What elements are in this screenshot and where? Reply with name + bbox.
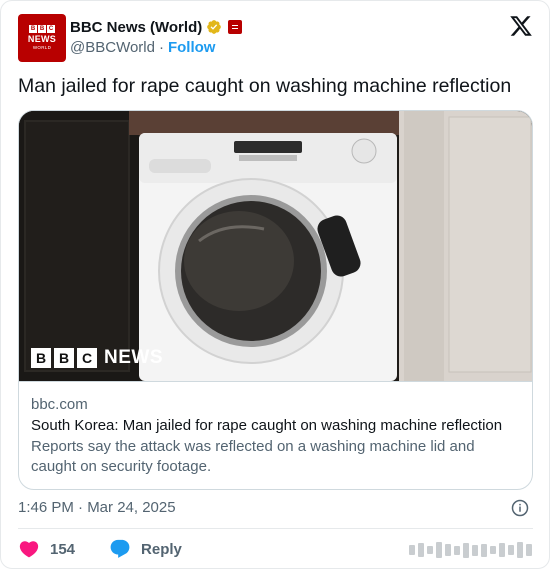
- handle-separator: ·: [158, 38, 164, 56]
- divider: [18, 528, 533, 529]
- card-info[interactable]: bbc.com South Korea: Man jailed for rape…: [19, 381, 532, 489]
- follow-button[interactable]: Follow: [168, 39, 216, 56]
- avatar-world-text: WORLD: [32, 45, 52, 51]
- author-display-name[interactable]: BBC News (World): [70, 19, 202, 36]
- author-names: BBC News (World) @BBCWorld · Follow: [70, 17, 243, 57]
- logo-news-word: NEWS: [104, 347, 163, 368]
- avatar-letter: B: [29, 25, 37, 34]
- tweet-text: Man jailed for rape caught on washing ma…: [18, 75, 512, 97]
- link-preview-card[interactable]: B B C NEWS bbc.com South Korea: Man jail…: [18, 110, 533, 490]
- heart-icon: [18, 538, 40, 560]
- avatar-news-text: NEWS: [27, 34, 57, 45]
- logo-letter: C: [77, 348, 97, 368]
- card-bbc-news-logo: B B C NEWS: [31, 347, 163, 369]
- info-icon[interactable]: [511, 499, 529, 517]
- avatar-letter: B: [38, 25, 46, 34]
- avatar-letter: C: [47, 25, 55, 34]
- card-description: Reports say the attack was reflected on …: [31, 438, 475, 475]
- watermark-graphic: [409, 541, 539, 559]
- logo-letter: B: [54, 348, 74, 368]
- affiliate-badge-icon[interactable]: [228, 20, 243, 34]
- tweet-actions: 154 Reply: [18, 537, 182, 561]
- tweet-embed: B B C NEWS WORLD BBC News (World) @BBCWo…: [0, 0, 550, 569]
- tweet-timestamp[interactable]: 1:46 PM · Mar 24, 2025: [18, 498, 176, 518]
- reply-button[interactable]: Reply: [109, 538, 182, 560]
- tweet-header: B B C NEWS WORLD BBC News (World) @BBCWo…: [18, 14, 533, 62]
- card-title: South Korea: Man jailed for rape caught …: [31, 417, 503, 434]
- avatar[interactable]: B B C NEWS WORLD: [18, 14, 66, 62]
- author-handle[interactable]: @BBCWorld: [70, 39, 155, 56]
- washing-machine-photo: [19, 111, 532, 381]
- like-button[interactable]: 154: [18, 538, 75, 560]
- reply-bubble-icon: [109, 538, 131, 560]
- card-image[interactable]: B B C NEWS: [19, 111, 532, 381]
- logo-letter: B: [31, 348, 51, 368]
- x-logo-icon[interactable]: [509, 14, 533, 38]
- avatar-bbc-blocks: B B C: [29, 25, 55, 34]
- reply-label: Reply: [141, 540, 182, 558]
- like-count: 154: [50, 540, 76, 558]
- verified-gold-badge-icon: [206, 19, 222, 35]
- card-domain: bbc.com: [31, 396, 88, 413]
